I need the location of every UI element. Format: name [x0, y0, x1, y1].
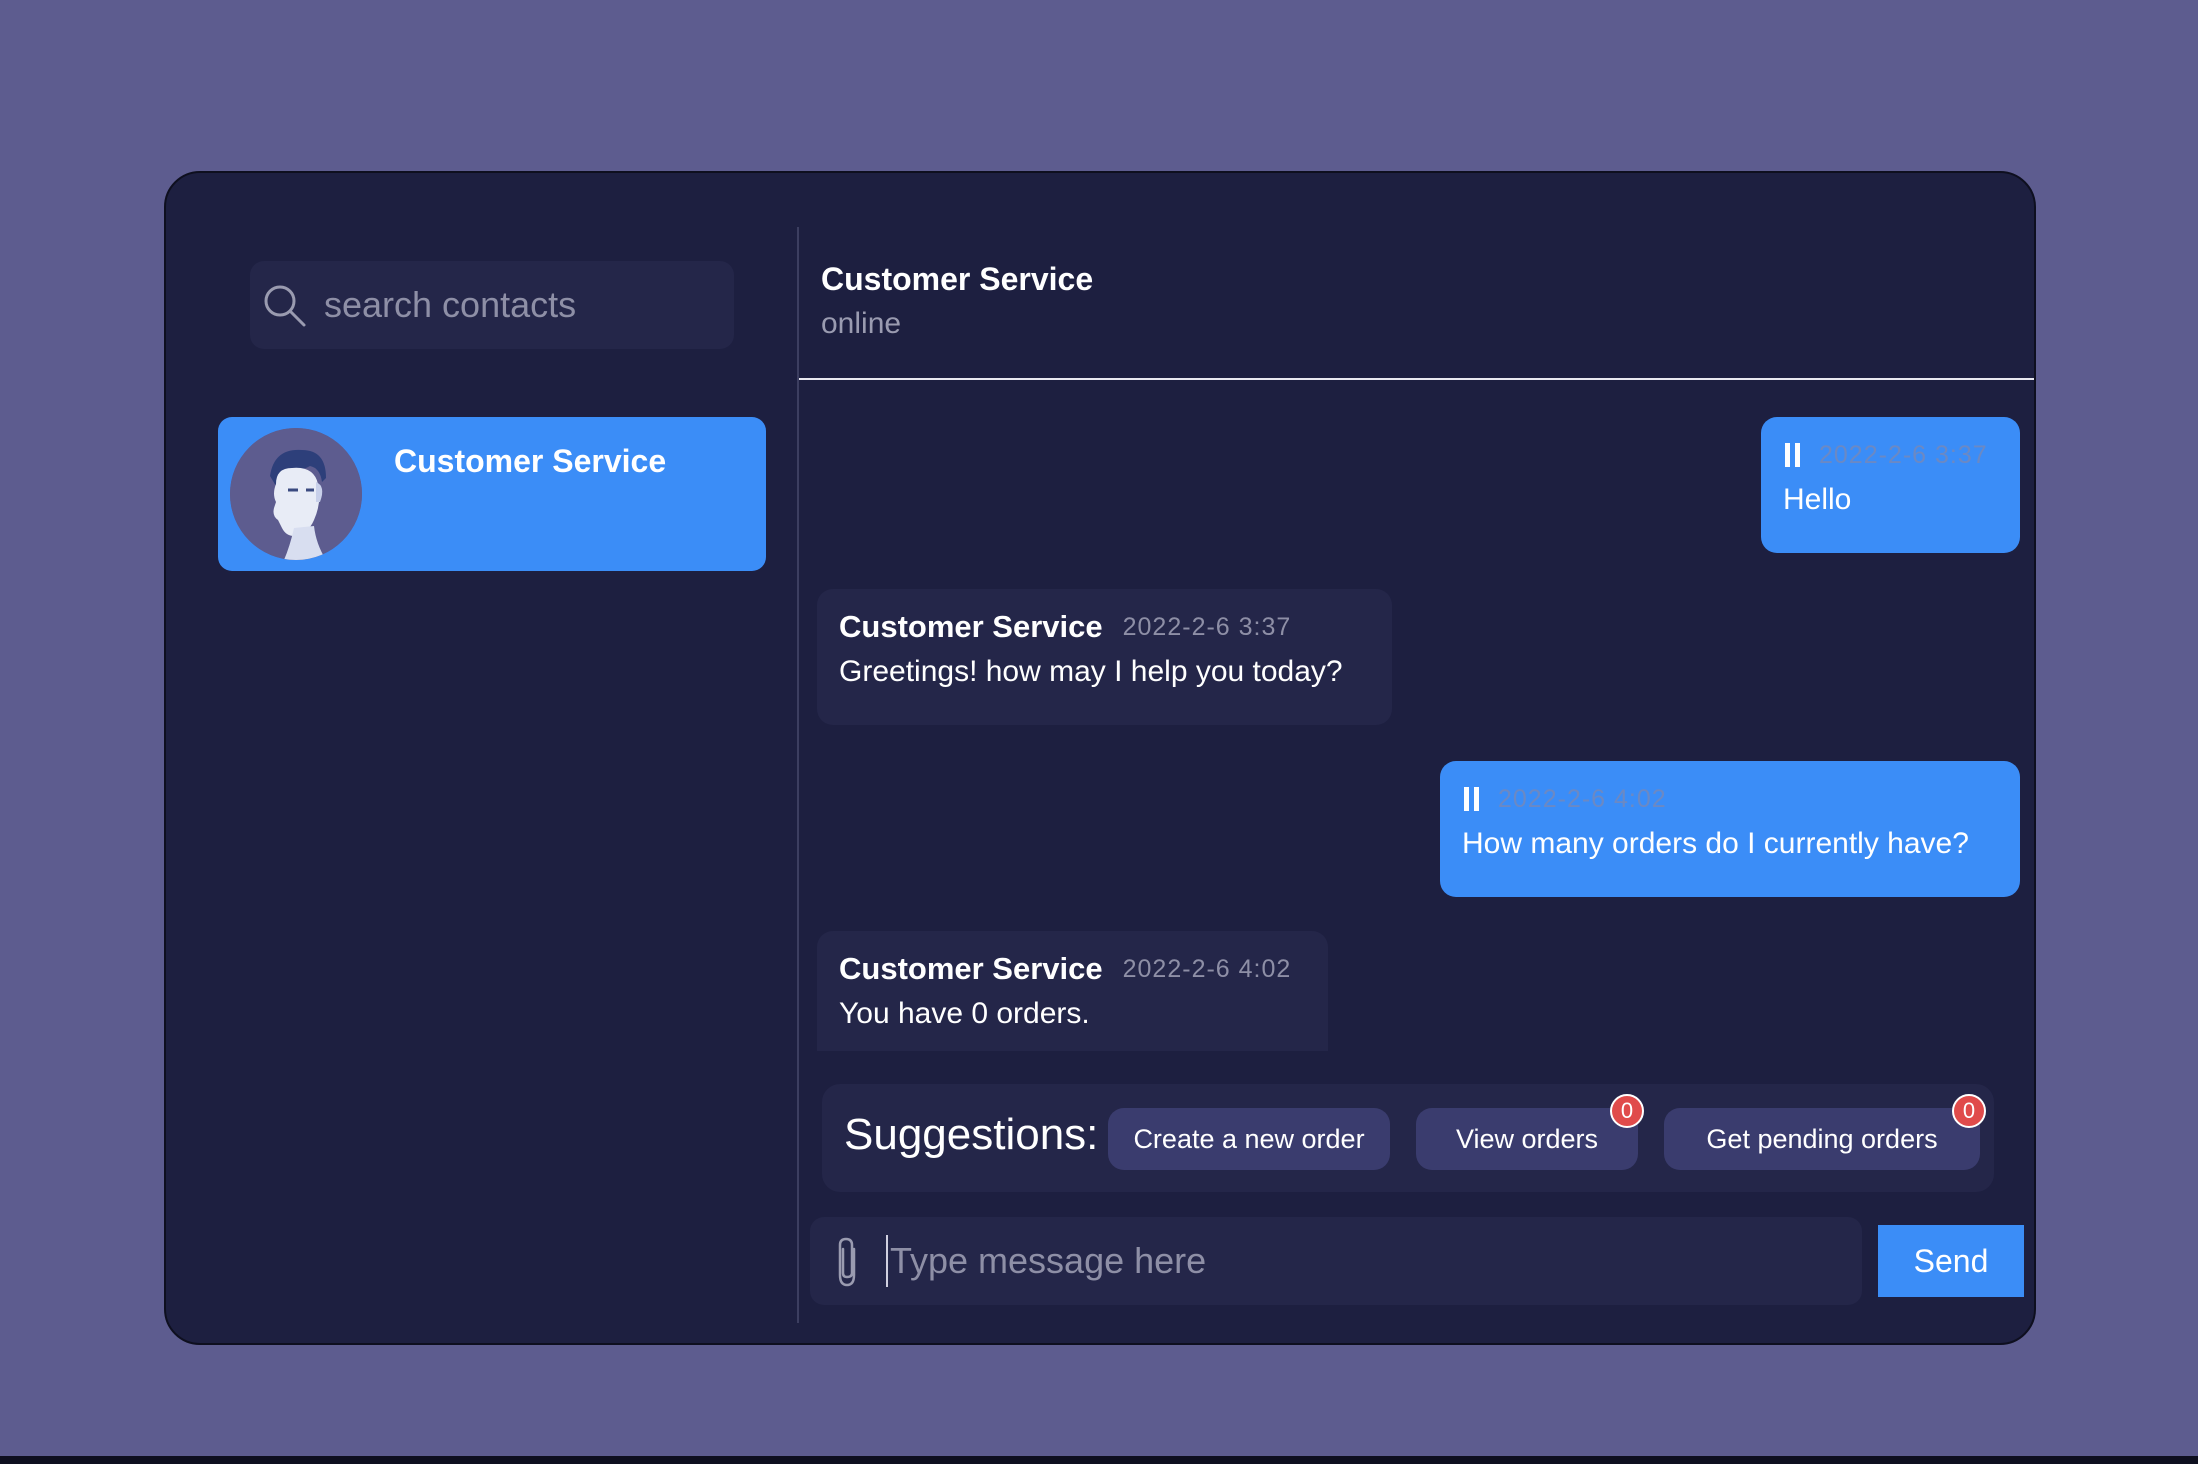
message-input[interactable] [886, 1235, 1846, 1287]
search-icon [264, 285, 306, 327]
message-outgoing: 2022-2-6 4:02 How many orders do I curre… [1440, 761, 2020, 897]
message-incoming: Customer Service 2022-2-6 4:02 You have … [817, 931, 1328, 1051]
message-time: 2022-2-6 4:02 [1498, 784, 1667, 813]
suggestion-label: Get pending orders [1706, 1123, 1938, 1154]
chat-window: Customer Service Customer Service online… [164, 171, 2036, 1345]
vertical-divider [797, 227, 799, 1323]
avatar [230, 428, 362, 560]
suggestion-pending-orders[interactable]: Get pending orders 0 [1664, 1094, 1986, 1170]
pause-icon[interactable] [1462, 786, 1482, 812]
search-box[interactable] [250, 261, 734, 349]
header-divider [799, 378, 2034, 380]
paperclip-icon[interactable] [830, 1235, 864, 1289]
message-text: How many orders do I currently have? [1462, 827, 1969, 860]
count-badge: 0 [1952, 1094, 1986, 1128]
count-badge: 0 [1610, 1094, 1644, 1128]
message-sender: Customer Service [839, 609, 1103, 644]
contacts-sidebar: Customer Service [166, 173, 798, 1343]
message-time: 2022-2-6 4:02 [1122, 954, 1292, 983]
message-text: Hello [1783, 483, 1852, 516]
suggestion-view-orders[interactable]: View orders 0 [1416, 1094, 1644, 1170]
message-time: 2022-2-6 3:37 [1122, 612, 1292, 641]
message-time: 2022-2-6 3:37 [1819, 440, 1988, 469]
suggestion-label: Create a new order [1133, 1123, 1365, 1154]
search-input[interactable] [324, 284, 704, 326]
message-input-wrapper [810, 1217, 1862, 1305]
chat-status: online [821, 307, 902, 340]
pause-icon[interactable] [1783, 442, 1803, 468]
suggestions-bar: Suggestions: Create a new order View ord… [822, 1084, 1994, 1192]
message-composer: Send [810, 1217, 2026, 1305]
message-outgoing: 2022-2-6 3:37 Hello [1761, 417, 2020, 553]
send-button[interactable]: Send [1878, 1225, 2024, 1297]
bottom-edge [0, 1456, 2198, 1464]
message-sender: Customer Service [839, 951, 1103, 986]
chat-title: Customer Service [821, 261, 1094, 297]
message-text: Greetings! how may I help you today? [839, 655, 1343, 688]
message-text: You have 0 orders. [839, 997, 1090, 1030]
suggestion-create-order[interactable]: Create a new order [1108, 1108, 1390, 1170]
contact-item-customer-service[interactable]: Customer Service [218, 417, 766, 571]
suggestions-label: Suggestions: [844, 1110, 1099, 1159]
suggestion-label: View orders [1455, 1123, 1599, 1154]
contact-name: Customer Service [394, 443, 667, 479]
message-incoming: Customer Service 2022-2-6 3:37 Greetings… [817, 589, 1392, 725]
